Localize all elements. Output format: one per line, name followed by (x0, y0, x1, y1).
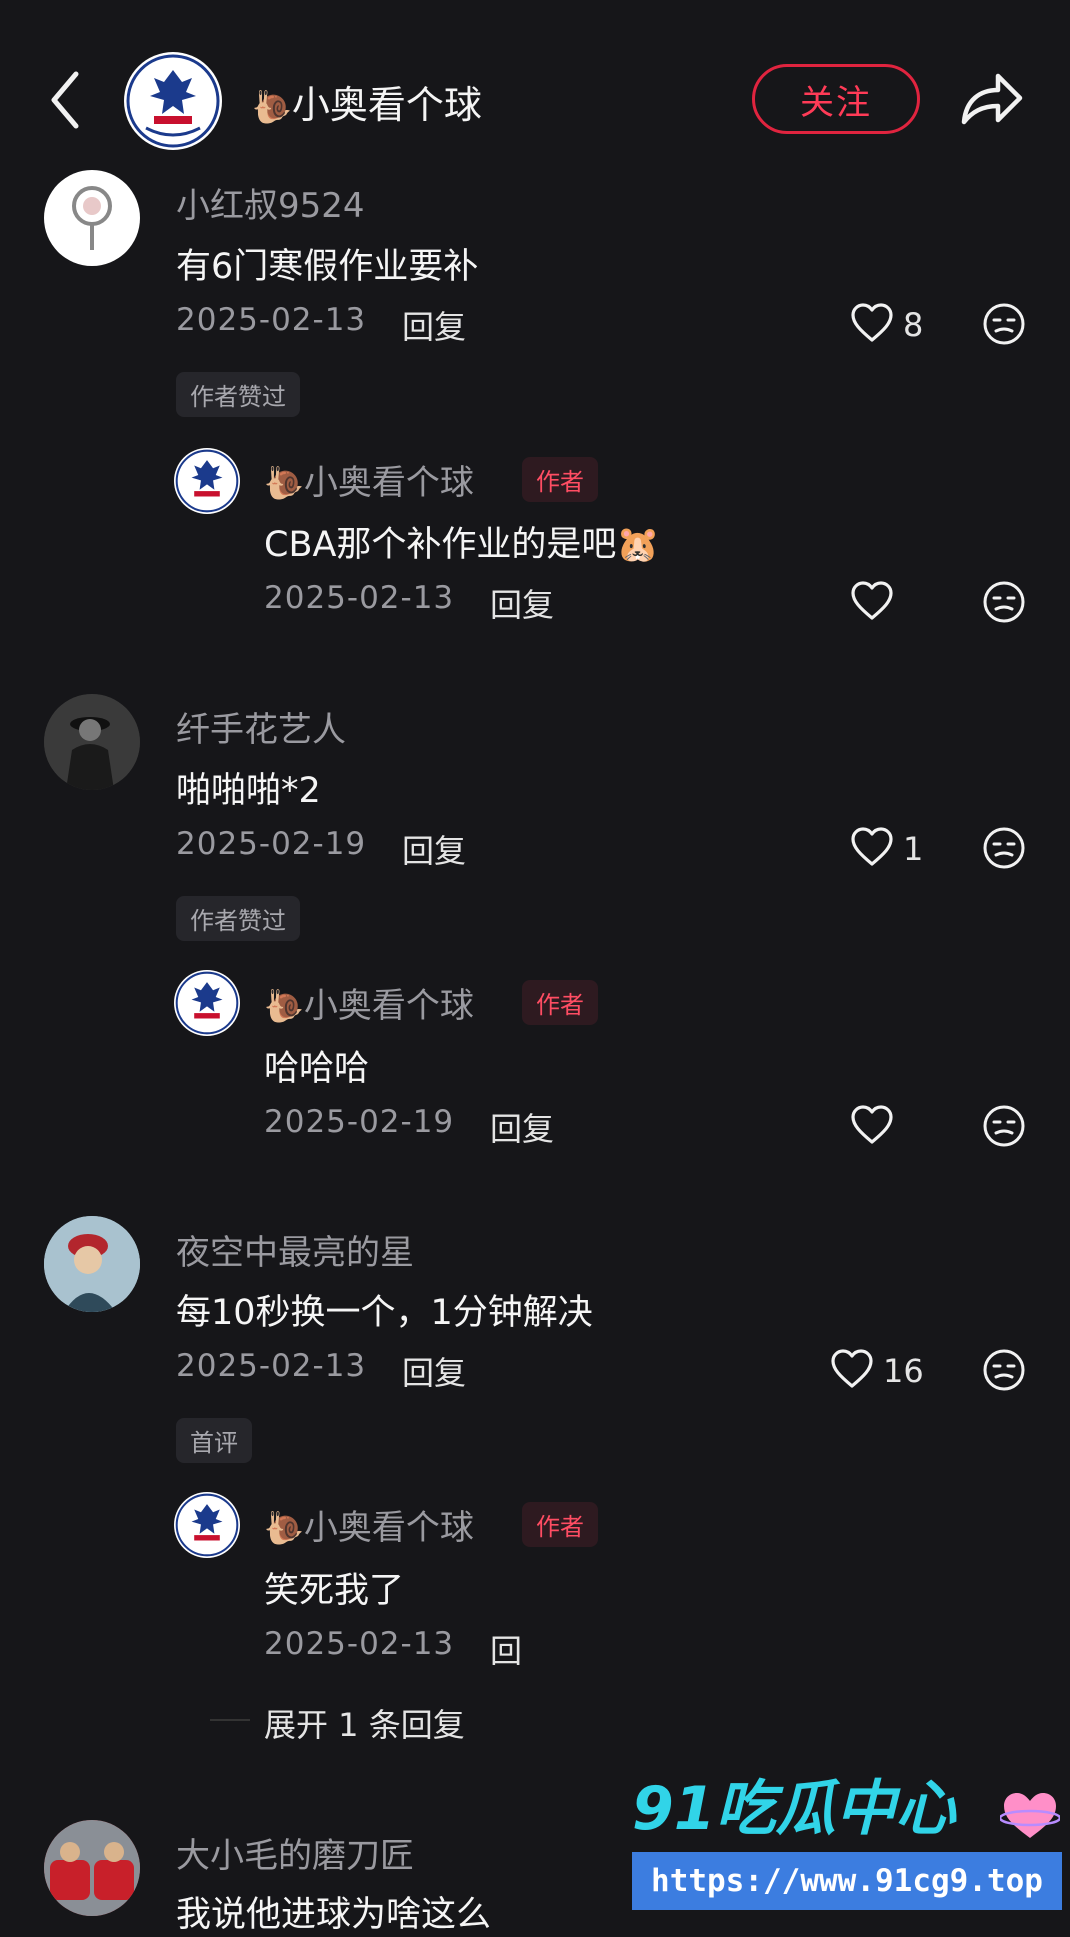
like-button[interactable] (830, 1348, 874, 1394)
heart-icon (851, 303, 893, 342)
author-liked-tag: 作者赞过 (176, 372, 300, 417)
author-liked-tag: 作者赞过 (176, 896, 300, 941)
comment-author[interactable]: 大小毛的磨刀匠 (176, 1828, 414, 1877)
reply-button[interactable]: 回复 (402, 302, 466, 348)
crest-icon (175, 971, 239, 1035)
chevron-left-icon (51, 71, 79, 129)
reply-author[interactable]: 🐌小奥看个球 (264, 1500, 474, 1549)
snail-icon: 🐌 (252, 88, 292, 126)
comment-author[interactable]: 小红叔9524 (176, 178, 365, 227)
dislike-button[interactable] (982, 1348, 1026, 1396)
heart-planet-icon (998, 1790, 1062, 1842)
person-avatar-icon (44, 694, 140, 790)
reply-avatar[interactable] (174, 1492, 240, 1558)
reply-date: 2025-02-19 (264, 1104, 455, 1140)
dislike-button[interactable] (982, 1104, 1026, 1152)
reply-button[interactable]: 回 (490, 1626, 522, 1672)
meh-face-icon (983, 1105, 1025, 1147)
reply-date: 2025-02-13 (264, 580, 455, 616)
meh-face-icon (983, 581, 1025, 623)
heart-icon (831, 1349, 873, 1388)
photo-avatar-icon (44, 1820, 140, 1916)
crest-icon (126, 54, 220, 148)
author-tag: 作者 (522, 980, 598, 1025)
reply-text: 哈哈哈 (264, 1049, 370, 1089)
heart-icon (851, 827, 893, 866)
crest-icon (175, 1493, 239, 1557)
reply-date: 2025-02-13 (264, 1626, 455, 1662)
heart-icon (851, 1105, 893, 1144)
reply-text: 笑死我了 (264, 1571, 405, 1611)
divider (210, 1719, 250, 1721)
author-tag: 作者 (522, 457, 598, 502)
dislike-button[interactable] (982, 580, 1026, 628)
follow-button[interactable]: 关注 (752, 64, 920, 134)
channel-title: 🐌小奥看个球 (252, 83, 482, 127)
reply-button[interactable]: 回复 (402, 1348, 466, 1394)
watermark-url: https://www.91cg9.top (632, 1852, 1062, 1910)
comment-text: 每10秒换一个，1分钟解决 (176, 1293, 593, 1333)
like-count: 1 (903, 830, 924, 868)
snail-icon: 🐌 (264, 987, 304, 1025)
reply-button[interactable]: 回复 (490, 580, 554, 626)
first-comment-tag: 首评 (176, 1418, 252, 1463)
share-icon (961, 73, 1023, 125)
snail-icon: 🐌 (264, 1509, 304, 1547)
like-button[interactable] (850, 580, 894, 626)
meh-face-icon (983, 1349, 1025, 1391)
reply-author[interactable]: 🐌小奥看个球 (264, 978, 474, 1027)
expand-replies-button[interactable]: 展开 1 条回复 (264, 1700, 465, 1746)
avatar[interactable] (44, 1820, 140, 1916)
dislike-button[interactable] (982, 302, 1026, 350)
comment-date: 2025-02-19 (176, 826, 367, 862)
reply-button[interactable]: 回复 (402, 826, 466, 872)
heart-icon (851, 581, 893, 620)
reply-button[interactable]: 回复 (490, 1104, 554, 1150)
crest-icon (175, 449, 239, 513)
reply-avatar[interactable] (174, 448, 240, 514)
cartoon-avatar-icon (44, 1216, 140, 1312)
watermark-logo: 91吃瓜中心 (632, 1774, 956, 1844)
comment-text: 我说他进球为啥这么 (176, 1895, 492, 1935)
meh-face-icon (983, 827, 1025, 869)
snail-icon: 🐌 (264, 464, 304, 502)
like-button[interactable] (850, 1104, 894, 1150)
avatar[interactable] (44, 1216, 140, 1312)
reply-avatar[interactable] (174, 970, 240, 1036)
back-button[interactable] (46, 70, 86, 130)
author-tag: 作者 (522, 1502, 598, 1547)
share-button[interactable] (958, 70, 1024, 128)
like-count: 16 (883, 1352, 924, 1390)
magnifier-avatar-icon (72, 186, 112, 250)
comment-text: 啪啪啪*2 (176, 771, 321, 811)
reply-text: CBA那个补作业的是吧🐹 (264, 525, 660, 565)
comment-date: 2025-02-13 (176, 1348, 367, 1384)
hamster-emoji-icon: 🐹 (616, 525, 660, 565)
comment-author[interactable]: 夜空中最亮的星 (176, 1225, 414, 1274)
like-button[interactable] (850, 302, 894, 348)
comment-text: 有6门寒假作业要补 (176, 247, 479, 287)
comment-date: 2025-02-13 (176, 302, 367, 338)
like-count: 8 (903, 306, 924, 344)
meh-face-icon (983, 303, 1025, 345)
dislike-button[interactable] (982, 826, 1026, 874)
channel-avatar[interactable] (124, 52, 222, 150)
reply-author[interactable]: 🐌小奥看个球 (264, 455, 474, 504)
comment-author[interactable]: 纤手花艺人 (176, 702, 346, 751)
like-button[interactable] (850, 826, 894, 872)
avatar[interactable] (44, 170, 140, 266)
avatar[interactable] (44, 694, 140, 790)
